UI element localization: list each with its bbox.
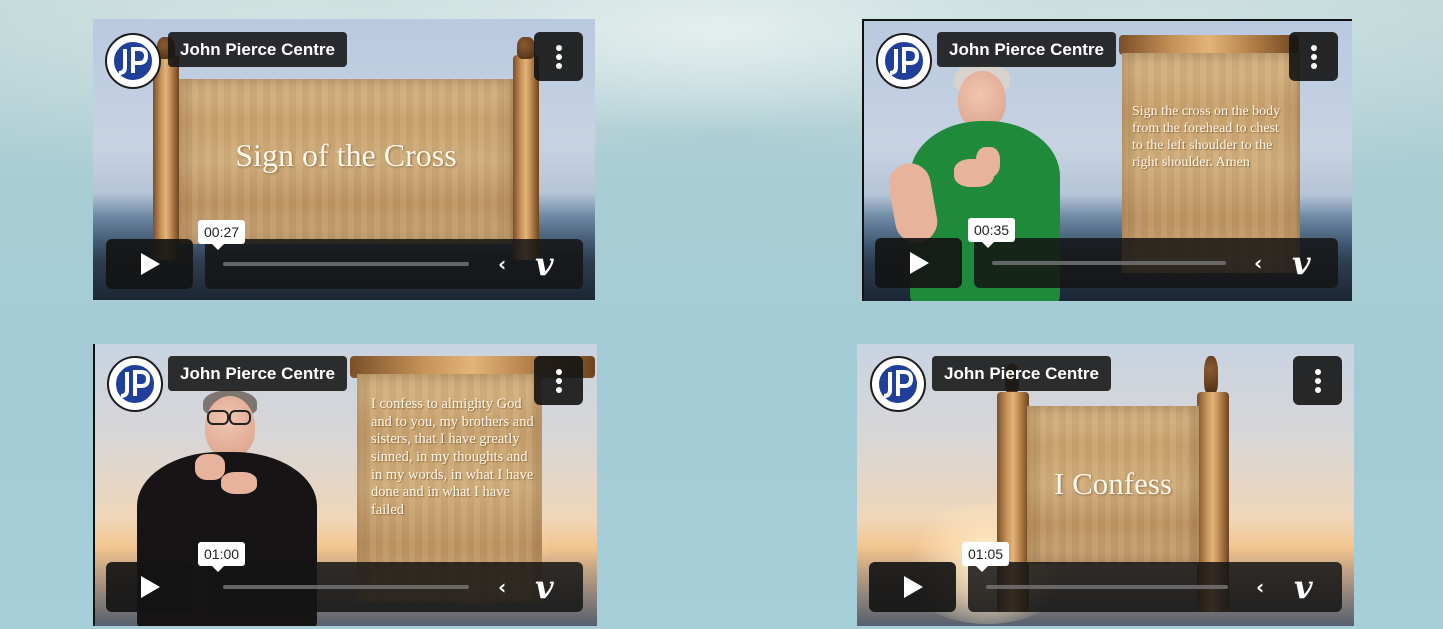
play-icon bbox=[140, 576, 160, 598]
chevron-left-icon[interactable]: ‹ bbox=[498, 575, 506, 599]
progress-scrubber[interactable] bbox=[223, 585, 469, 589]
scroll-knob bbox=[517, 37, 535, 59]
scroll-rod-right bbox=[513, 55, 539, 260]
channel-logo[interactable] bbox=[107, 356, 163, 412]
channel-logo[interactable] bbox=[876, 33, 932, 89]
play-icon bbox=[903, 576, 923, 598]
control-bar: ‹ v bbox=[205, 239, 583, 289]
play-button[interactable] bbox=[106, 239, 193, 289]
three-dots-vertical-icon bbox=[555, 44, 562, 69]
three-dots-vertical-icon bbox=[1310, 44, 1317, 69]
jpc-logo-icon bbox=[883, 40, 925, 82]
vimeo-logo-icon[interactable]: v bbox=[1292, 244, 1311, 282]
vimeo-logo-icon[interactable]: v bbox=[535, 568, 554, 606]
more-options-button[interactable] bbox=[534, 32, 583, 81]
video-player-sign-the-cross-explanation[interactable]: Sign the cross on the body from the fore… bbox=[862, 19, 1352, 301]
jpc-logo-icon bbox=[112, 40, 154, 82]
control-bar: ‹ v bbox=[968, 562, 1342, 612]
channel-name-button[interactable]: John Pierce Centre bbox=[168, 356, 347, 391]
play-button[interactable] bbox=[869, 562, 956, 612]
vimeo-logo-icon[interactable]: v bbox=[535, 245, 554, 283]
scroll-title: Sign of the Cross bbox=[235, 137, 457, 173]
progress-scrubber[interactable] bbox=[992, 261, 1226, 265]
channel-logo[interactable] bbox=[870, 356, 926, 412]
three-dots-vertical-icon bbox=[1314, 368, 1321, 393]
channel-name-button[interactable]: John Pierce Centre bbox=[168, 32, 347, 67]
jpc-logo-icon bbox=[114, 363, 156, 405]
more-options-button[interactable] bbox=[1289, 32, 1338, 81]
vimeo-logo-icon[interactable]: v bbox=[1294, 568, 1313, 606]
hover-timestamp: 01:05 bbox=[962, 542, 1010, 572]
scroll-knob bbox=[1204, 356, 1218, 394]
hover-timestamp: 00:27 bbox=[198, 220, 246, 250]
control-bar: ‹ v bbox=[205, 562, 583, 612]
scroll-text: I confess to almighty God and to you, my… bbox=[371, 396, 534, 519]
scroll-rod-top bbox=[1119, 35, 1299, 55]
hover-timestamp: 01:00 bbox=[198, 542, 246, 572]
play-icon bbox=[909, 252, 929, 274]
scroll-title: I Confess bbox=[1054, 466, 1172, 501]
channel-logo[interactable] bbox=[105, 33, 161, 89]
video-player-sign-of-the-cross[interactable]: Sign of the Cross John Pierce Centre 00:… bbox=[93, 19, 595, 300]
play-icon bbox=[140, 253, 160, 275]
more-options-button[interactable] bbox=[534, 356, 583, 405]
more-options-button[interactable] bbox=[1293, 356, 1342, 405]
progress-scrubber[interactable] bbox=[986, 585, 1228, 589]
channel-name-button[interactable]: John Pierce Centre bbox=[932, 356, 1111, 391]
play-button[interactable] bbox=[106, 562, 193, 612]
video-player-i-confess-title[interactable]: I Confess John Pierce Centre 01:05 ‹ v bbox=[857, 344, 1354, 626]
video-player-i-confess-text[interactable]: I confess to almighty God and to you, my… bbox=[93, 344, 597, 626]
chevron-left-icon[interactable]: ‹ bbox=[1256, 575, 1264, 599]
scroll-rod-left bbox=[153, 55, 179, 260]
play-button[interactable] bbox=[875, 238, 962, 288]
jpc-logo-icon bbox=[877, 363, 919, 405]
three-dots-vertical-icon bbox=[555, 368, 562, 393]
hover-timestamp: 00:35 bbox=[968, 218, 1016, 248]
progress-scrubber[interactable] bbox=[223, 262, 469, 266]
control-bar: ‹ v bbox=[974, 238, 1338, 288]
chevron-left-icon[interactable]: ‹ bbox=[498, 252, 506, 276]
chevron-left-icon[interactable]: ‹ bbox=[1254, 251, 1262, 275]
channel-name-button[interactable]: John Pierce Centre bbox=[937, 32, 1116, 67]
parchment-scroll: I Confess bbox=[1027, 406, 1199, 564]
scroll-text: Sign the cross on the body from the fore… bbox=[1132, 104, 1281, 171]
